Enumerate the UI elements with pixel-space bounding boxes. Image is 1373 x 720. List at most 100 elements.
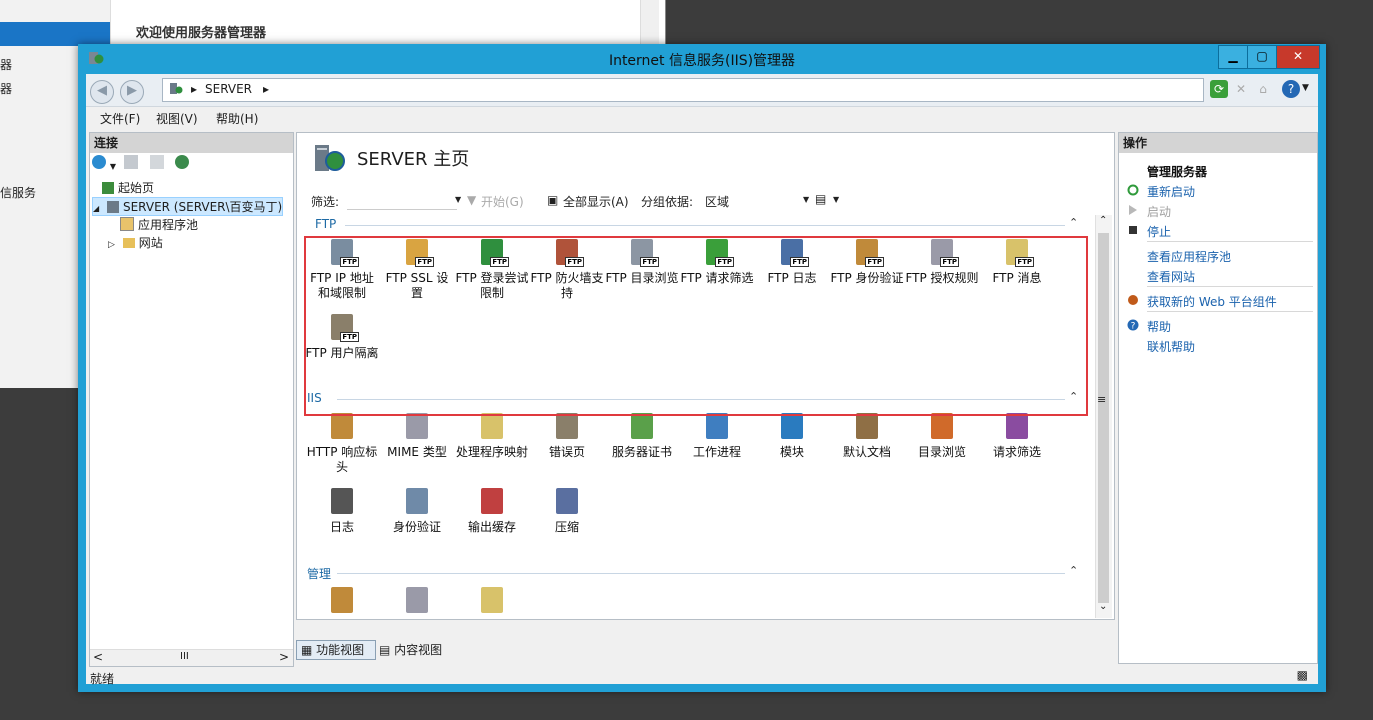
content-view-icon: ▤: [379, 643, 391, 657]
actions-section-title: 管理服务器: [1147, 165, 1208, 179]
disconnect-icon[interactable]: [175, 155, 190, 169]
chevron-right-icon: ▸: [263, 82, 270, 96]
tree-sites[interactable]: ▷ 网站: [108, 234, 163, 251]
help-icon[interactable]: ?: [1282, 80, 1300, 98]
up-icon[interactable]: [149, 155, 164, 169]
window-client: ◀ ▶ ▸ SERVER ▸ ⟳ ✕ ⌂ ? ▼ 文件(F) 视图(V) 帮助(…: [86, 74, 1318, 686]
back-button[interactable]: ◀: [90, 80, 114, 104]
tab-features-view[interactable]: ▦ 功能视图: [296, 640, 376, 660]
restart-link[interactable]: 重新启动: [1147, 183, 1195, 200]
tree-server[interactable]: ◢ SERVER (SERVER\百变马丁): [92, 197, 284, 216]
stop-link[interactable]: 停止: [1147, 223, 1171, 240]
connect-globe-icon[interactable]: [92, 155, 106, 169]
menu-help[interactable]: 帮助(H): [216, 110, 258, 127]
feature-tile[interactable]: [455, 585, 529, 619]
feature-tile[interactable]: 默认文档: [830, 411, 904, 460]
save-icon[interactable]: [123, 155, 138, 169]
view-sites-link[interactable]: 查看网站: [1147, 268, 1195, 285]
group-management-header[interactable]: 管理: [307, 565, 331, 582]
chevron-down-icon[interactable]: ▼: [110, 162, 116, 171]
feature-tile[interactable]: 输出缓存: [455, 486, 529, 535]
feature-tile[interactable]: 日志: [305, 486, 379, 535]
chevron-right-icon[interactable]: ▷: [108, 240, 115, 250]
chevron-down-icon[interactable]: ▼: [833, 195, 839, 204]
start-filter-button[interactable]: 开始(G): [481, 193, 524, 210]
feature-label: HTTP 响应标头: [306, 445, 378, 474]
window-title: Internet 信息服务(IIS)管理器: [608, 53, 796, 69]
address-bar[interactable]: ▸ SERVER ▸: [162, 78, 1204, 102]
filter-label: 筛选:: [311, 195, 340, 209]
connections-hscrollbar[interactable]: < III >: [90, 649, 293, 666]
chevron-up-icon[interactable]: ⌃: [1069, 564, 1078, 577]
chevron-left-icon[interactable]: <: [93, 650, 103, 664]
menu-file[interactable]: 文件(F): [100, 110, 140, 127]
scroll-grip-icon[interactable]: ≡: [1097, 393, 1106, 406]
svg-text:?: ?: [1131, 322, 1136, 332]
restart-icon: [1127, 184, 1139, 196]
tab-content-view[interactable]: ▤ 内容视图: [374, 640, 458, 660]
stop-icon[interactable]: ✕: [1232, 80, 1250, 98]
close-button[interactable]: ✕: [1276, 45, 1320, 69]
feature-tile[interactable]: 身份验证: [380, 486, 454, 535]
stop-icon: [1129, 226, 1137, 234]
scroll-thumb[interactable]: III: [180, 651, 189, 662]
connections-panel: 连接 ▼ 起始页 ◢ SERVER (SERVER\百变马丁) 应用程序池 ▷ …: [89, 132, 294, 667]
feature-label: 处理程序映射: [455, 445, 528, 459]
chevron-down-icon[interactable]: ⌄: [1099, 601, 1107, 612]
show-all-button[interactable]: 全部显示(A): [563, 193, 629, 210]
feature-label: 压缩: [554, 520, 579, 534]
feature-tile[interactable]: [380, 585, 454, 619]
address-segment[interactable]: SERVER: [205, 82, 252, 96]
chevron-down-icon[interactable]: ◢: [93, 204, 99, 213]
feature-tile[interactable]: HTTP 响应标头: [305, 411, 379, 475]
filter-input[interactable]: [347, 191, 457, 210]
view-mode-icon[interactable]: ▤: [815, 192, 826, 206]
web-platform-link[interactable]: 获取新的 Web 平台组件: [1147, 293, 1277, 310]
page-title: SERVER 主页: [357, 149, 470, 170]
chevron-up-icon[interactable]: ⌃: [1069, 216, 1078, 229]
chevron-down-icon[interactable]: ▼: [803, 195, 809, 204]
home-icon[interactable]: ⌂: [1254, 80, 1272, 98]
tree-start-page[interactable]: 起始页: [102, 179, 154, 196]
group-by-select[interactable]: 区域: [705, 193, 729, 210]
feature-tile[interactable]: 压缩: [530, 486, 604, 535]
maximize-button[interactable]: ▢: [1247, 45, 1277, 69]
feature-tile[interactable]: 处理程序映射: [455, 411, 529, 460]
feature-tile[interactable]: 服务器证书: [605, 411, 679, 460]
menu-view[interactable]: 视图(V): [156, 110, 198, 127]
title-bar[interactable]: Internet 信息服务(IIS)管理器 ▁ ▢ ✕: [78, 44, 1326, 74]
help-link[interactable]: 帮助: [1147, 318, 1171, 335]
chevron-down-icon[interactable]: ▼: [455, 195, 461, 204]
shared-config-icon: [477, 585, 507, 615]
chevron-down-icon[interactable]: ▼: [1302, 83, 1309, 93]
feature-tile[interactable]: 请求筛选: [980, 411, 1054, 460]
help-icon: ?: [1127, 319, 1139, 331]
compress-icon: [552, 486, 582, 516]
feature-tile[interactable]: [305, 585, 379, 619]
feature-tile[interactable]: 目录浏览: [905, 411, 979, 460]
feature-tile[interactable]: 工作进程: [680, 411, 754, 460]
online-help-link[interactable]: 联机帮助: [1147, 338, 1195, 355]
feature-tile[interactable]: MIME 类型: [380, 411, 454, 460]
forward-button[interactable]: ▶: [120, 80, 144, 104]
view-app-pools-link[interactable]: 查看应用程序池: [1147, 248, 1231, 265]
chevron-up-icon[interactable]: ⌃: [1099, 215, 1107, 226]
filter-bar: 筛选: ▼ ▼ 开始(G) ▣ 全部显示(A) 分组依据: 区域 ▼ ▤ ▼: [307, 191, 1097, 211]
refresh-icon[interactable]: ⟳: [1210, 80, 1228, 98]
group-ftp-header[interactable]: FTP: [315, 217, 336, 231]
feature-tile[interactable]: 错误页: [530, 411, 604, 460]
sidebar-text-2[interactable]: 器: [0, 80, 12, 97]
feature-tile[interactable]: 模块: [755, 411, 829, 460]
start-link[interactable]: 启动: [1147, 203, 1171, 220]
features-vscrollbar[interactable]: ⌃ ⌄: [1095, 215, 1112, 618]
status-server-icon: ▩: [1296, 668, 1308, 682]
menu-bar: 文件(F) 视图(V) 帮助(H): [86, 107, 1318, 129]
sidebar-selected-item[interactable]: [0, 22, 110, 46]
chevron-right-icon[interactable]: >: [279, 650, 289, 664]
scroll-thumb[interactable]: [1098, 233, 1109, 603]
sidebar-text-3[interactable]: 信服务: [0, 184, 36, 201]
sidebar-text-1[interactable]: 器: [0, 56, 12, 73]
feature-label: 请求筛选: [992, 445, 1041, 459]
minimize-button[interactable]: ▁: [1218, 45, 1248, 69]
tree-app-pools[interactable]: 应用程序池: [120, 216, 198, 233]
